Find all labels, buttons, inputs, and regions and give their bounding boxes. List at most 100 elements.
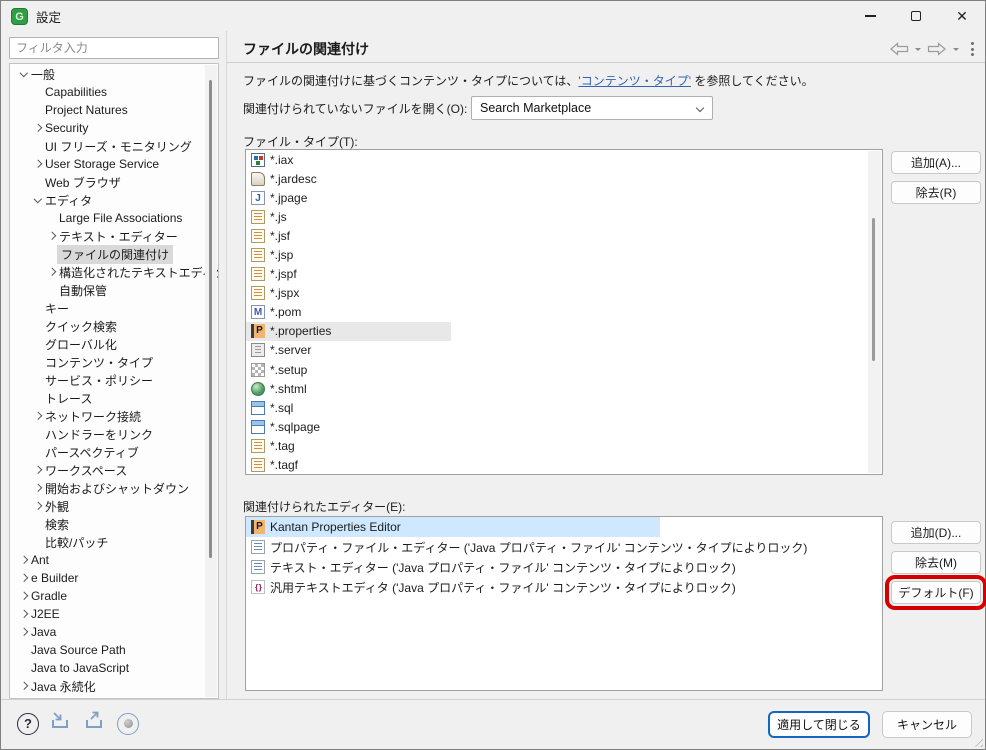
tree-item[interactable]: J2EE <box>10 605 205 623</box>
tree-item[interactable]: 構造化されたテキストエディタ <box>10 263 205 281</box>
file-type-row[interactable]: *.jsp <box>246 245 882 264</box>
tree-chevron-slot[interactable] <box>44 234 59 239</box>
file-type-row[interactable]: *.pom <box>246 303 882 322</box>
tree-item[interactable]: User Storage Service <box>10 155 205 173</box>
tree-item[interactable]: パースペクティブ <box>10 443 205 461</box>
file-type-row[interactable]: *.server <box>246 341 882 360</box>
file-type-row[interactable]: *.iax <box>246 150 882 169</box>
file-type-row[interactable]: *.js <box>246 207 882 226</box>
back-icon[interactable] <box>889 42 909 56</box>
tree-chevron-slot[interactable] <box>30 468 45 473</box>
tree-chevron-slot[interactable] <box>16 647 31 653</box>
tree-chevron-slot[interactable] <box>16 630 31 635</box>
tree-item[interactable]: グローバル化 <box>10 335 205 353</box>
tree-chevron-slot[interactable] <box>16 576 31 581</box>
tree-chevron-slot[interactable] <box>30 305 45 311</box>
minimize-button[interactable] <box>847 1 893 31</box>
tree-chevron-slot[interactable] <box>30 179 45 185</box>
tree-item[interactable]: サービス・ポリシー <box>10 371 205 389</box>
tree-scrollbar[interactable] <box>205 65 217 697</box>
tree-chevron-slot[interactable] <box>16 684 31 689</box>
tree-item[interactable]: 検索 <box>10 515 205 533</box>
tree-chevron-slot[interactable] <box>30 377 45 383</box>
back-dropdown-icon[interactable] <box>915 48 921 54</box>
filter-input[interactable] <box>9 37 219 59</box>
file-type-action-button[interactable]: 追加(A)... <box>891 151 981 174</box>
tree-item[interactable]: クイック検索 <box>10 317 205 335</box>
tree-chevron-slot[interactable] <box>44 270 59 275</box>
file-type-row[interactable]: *.setup <box>246 360 882 379</box>
tree-chevron-slot[interactable] <box>30 521 45 527</box>
tree-chevron-slot[interactable] <box>16 594 31 599</box>
tree-item[interactable]: Java <box>10 623 205 641</box>
file-type-action-button[interactable]: 除去(R) <box>891 181 981 204</box>
file-type-row[interactable]: *.jspx <box>246 284 882 303</box>
view-menu-icon[interactable] <box>971 41 975 57</box>
export-preferences-icon[interactable] <box>83 710 107 737</box>
tree-item[interactable]: 比較/パッチ <box>10 533 205 551</box>
tree-item[interactable]: エディタ <box>10 191 205 209</box>
file-type-row[interactable]: *.tag <box>246 436 882 455</box>
tree-chevron-slot[interactable] <box>30 107 45 113</box>
file-type-row[interactable]: *.jsf <box>246 226 882 245</box>
record-preferences-icon[interactable] <box>117 713 139 735</box>
content-types-link[interactable]: 'コンテンツ・タイプ' <box>578 74 691 88</box>
file-type-row[interactable]: *.jspf <box>246 265 882 284</box>
tree-item[interactable]: Gradle <box>10 587 205 605</box>
tree-item[interactable]: Java to JavaScript <box>10 659 205 677</box>
tree-item[interactable]: ファイルの関連付け <box>10 245 205 263</box>
tree-chevron-slot[interactable] <box>30 126 45 131</box>
tree-item[interactable]: キー <box>10 299 205 317</box>
editor-row[interactable]: Kantan Properties Editor <box>246 517 660 537</box>
tree-item[interactable]: 開始およびシャットダウン <box>10 479 205 497</box>
file-type-row[interactable]: *.sql <box>246 398 882 417</box>
tree-chevron-slot[interactable] <box>30 504 45 509</box>
tree-item[interactable]: Java Source Path <box>10 641 205 659</box>
editor-action-button[interactable]: 追加(D)... <box>891 521 981 544</box>
tree-item[interactable]: UI フリーズ・モニタリング <box>10 137 205 155</box>
tree-chevron-slot[interactable] <box>30 486 45 491</box>
close-button[interactable]: ✕ <box>939 1 985 31</box>
tree-item[interactable]: Security <box>10 119 205 137</box>
file-type-row[interactable]: *.properties <box>246 322 451 341</box>
tree-chevron-slot[interactable] <box>44 287 59 293</box>
tree-item[interactable]: 一般 <box>10 65 205 83</box>
tree-item[interactable]: Capabilities <box>10 83 205 101</box>
forward-dropdown-icon[interactable] <box>953 48 959 54</box>
tree-item[interactable]: 自動保管 <box>10 281 205 299</box>
file-type-row[interactable]: *.sqlpage <box>246 417 882 436</box>
tree-chevron-slot[interactable] <box>30 89 45 95</box>
tree-chevron-slot[interactable] <box>16 558 31 563</box>
editor-row[interactable]: プロパティ・ファイル・エディター ('Java プロパティ・ファイル' コンテン… <box>246 537 882 557</box>
tree-chevron-slot[interactable] <box>30 323 45 329</box>
tree-chevron-slot[interactable] <box>16 612 31 617</box>
tree-item[interactable]: Large File Associations <box>10 209 205 227</box>
tree-chevron-slot[interactable] <box>30 341 45 347</box>
tree-chevron-slot[interactable] <box>30 449 45 455</box>
file-list-scrollbar-thumb[interactable] <box>872 218 875 361</box>
file-type-row[interactable]: *.jpage <box>246 188 882 207</box>
tree-item[interactable]: 外観 <box>10 497 205 515</box>
help-icon[interactable]: ? <box>17 713 39 735</box>
maximize-button[interactable] <box>893 1 939 31</box>
editor-row[interactable]: 汎用テキストエディタ ('Java プロパティ・ファイル' コンテンツ・タイプに… <box>246 577 882 597</box>
tree-chevron-slot[interactable] <box>16 665 31 671</box>
tree-chevron-slot[interactable] <box>30 539 45 545</box>
tree-chevron-slot[interactable] <box>30 431 45 437</box>
tree-chevron-slot[interactable] <box>30 359 45 365</box>
cancel-button[interactable]: キャンセル <box>882 711 972 738</box>
tree-chevron-slot[interactable] <box>30 395 45 401</box>
tree-chevron-slot[interactable] <box>30 143 45 149</box>
tree-item[interactable]: Project Natures <box>10 101 205 119</box>
tree-item[interactable]: トレース <box>10 389 205 407</box>
file-type-row[interactable]: *.jardesc <box>246 169 882 188</box>
tree-item[interactable]: Java 永続化 <box>10 677 205 695</box>
editor-action-button[interactable]: デフォルト(F) <box>891 581 981 604</box>
file-type-row[interactable]: *.shtml <box>246 379 882 398</box>
file-type-row[interactable]: *.tagf <box>246 456 882 475</box>
tree-chevron-slot[interactable] <box>16 73 31 76</box>
forward-icon[interactable] <box>927 42 947 56</box>
tree-item[interactable]: Web ブラウザ <box>10 173 205 191</box>
tree-item[interactable]: ハンドラーをリンク <box>10 425 205 443</box>
open-unassociated-dropdown[interactable]: Search Marketplace <box>471 96 713 120</box>
